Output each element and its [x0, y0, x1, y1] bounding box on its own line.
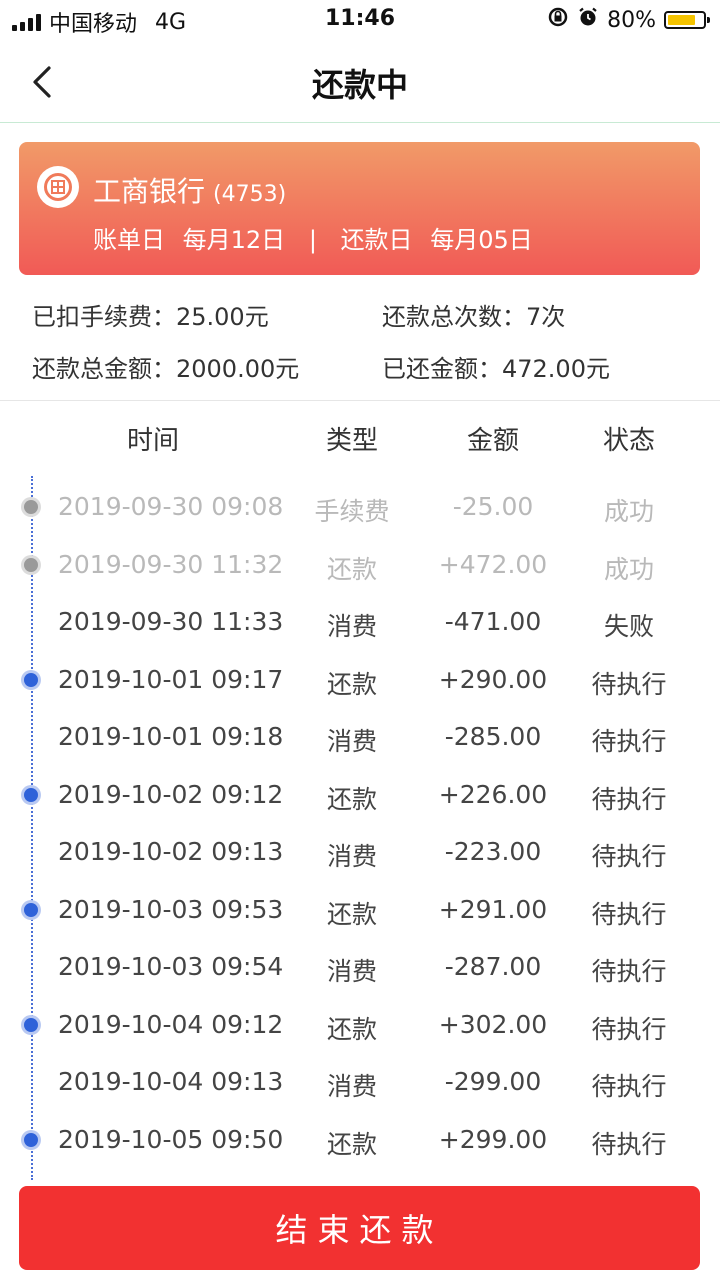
row-type: 手续费 [314, 497, 390, 526]
end-repayment-button[interactable]: 结束还款 [19, 1186, 700, 1270]
bank-card: 工商银行 (4753) 账单日 每月12日 | 还款日 每月05日 [19, 142, 700, 275]
table-row: 2019-10-03 09:53 还款 +291.00 待执行 [0, 881, 720, 939]
count-summary: 还款总次数：7次 [382, 303, 566, 331]
row-time: 2019-09-30 11:32 [58, 549, 284, 579]
battery-icon [664, 11, 710, 29]
bill-day: 每月12日 [182, 226, 286, 254]
row-time: 2019-09-30 11:33 [58, 607, 284, 636]
timeline-dot-icon [24, 1132, 38, 1147]
alarm-icon [577, 6, 599, 34]
row-time: 2019-10-01 09:18 [58, 722, 284, 751]
row-type: 还款 [326, 1014, 377, 1044]
row-amount: +226.00 [438, 779, 548, 809]
total-summary: 还款总金额：2000.00元 [32, 355, 300, 383]
schedule-list: 2019-09-30 09:08 手续费 -25.00 成功 2019-09-30 11… [0, 478, 720, 1168]
row-time: 2019-10-04 09:12 [58, 1009, 284, 1039]
repay-day: 每月05日 [430, 226, 533, 254]
header-time: 时间 [126, 426, 179, 456]
row-status: 待执行 [591, 784, 667, 814]
row-status: 待执行 [591, 899, 667, 929]
row-amount: +299.00 [438, 1124, 548, 1154]
table-row: 2019-10-01 09:18 消费 -285.00 待执行 [0, 708, 720, 766]
row-amount: +302.00 [438, 1009, 548, 1039]
row-time: 2019-10-02 09:12 [58, 779, 284, 809]
row-status: 待执行 [591, 1129, 667, 1159]
table-header: 时间 类型 金额 状态 [0, 420, 720, 460]
icbc-logo-icon [37, 166, 79, 208]
row-status: 待执行 [591, 1014, 667, 1044]
nav-bar: 还款中 [0, 40, 720, 123]
table-row: 2019-10-05 09:50 还款 +299.00 待执行 [0, 1111, 720, 1169]
timeline-dot-icon [24, 787, 38, 802]
orientation-lock-icon [547, 6, 569, 34]
table-row: 2019-10-02 09:13 消费 -223.00 待执行 [0, 823, 720, 881]
row-amount: -299.00 [444, 1067, 542, 1096]
row-time: 2019-10-03 09:53 [58, 894, 284, 924]
row-amount: -285.00 [444, 722, 542, 751]
bank-name: 工商银行 [93, 175, 206, 208]
row-amount: +472.00 [438, 549, 548, 579]
table-row: 2019-10-03 09:54 消费 -287.00 待执行 [0, 938, 720, 996]
timeline-dot-icon [24, 557, 38, 572]
row-type: 还款 [326, 554, 377, 584]
row-status: 成功 [603, 497, 654, 526]
row-type: 还款 [326, 1129, 377, 1159]
bank-name-line: 工商银行 (4753) [93, 170, 286, 210]
row-time: 2019-10-02 09:13 [58, 837, 284, 866]
row-type: 消费 [326, 1072, 377, 1101]
timeline-dot-icon [24, 500, 38, 514]
bill-info: 账单日 每月12日 | 还款日 每月05日 [93, 220, 533, 255]
row-type: 还款 [326, 669, 377, 699]
divider [0, 400, 720, 401]
row-status: 成功 [603, 554, 654, 584]
summary-panel: 已扣手续费：25.00元 还款总次数：7次 还款总金额：2000.00元 已还金… [0, 285, 720, 399]
row-type: 还款 [326, 899, 377, 929]
row-time: 2019-10-05 09:50 [58, 1124, 284, 1154]
timeline-dot-icon [24, 1017, 38, 1032]
header-status: 状态 [602, 426, 655, 456]
row-status: 待执行 [591, 1072, 667, 1101]
row-status: 待执行 [591, 669, 667, 699]
timeline-dot-icon [24, 672, 38, 687]
table-row: 2019-09-30 09:08 手续费 -25.00 成功 [0, 478, 720, 536]
row-type: 消费 [326, 957, 377, 986]
table-row: 2019-09-30 11:33 消费 -471.00 失败 [0, 593, 720, 651]
row-amount: +290.00 [438, 664, 548, 694]
status-right: 80% [547, 6, 710, 34]
bill-label: 账单日 [93, 226, 165, 254]
row-amount: -223.00 [444, 837, 542, 866]
header-type: 类型 [325, 426, 378, 456]
row-type: 消费 [326, 842, 377, 871]
table-row: 2019-09-30 11:32 还款 +472.00 成功 [0, 536, 720, 594]
row-status: 失败 [603, 612, 654, 641]
info-separator: | [308, 226, 317, 254]
page-title: 还款中 [311, 66, 408, 104]
table-row: 2019-10-01 09:17 还款 +290.00 待执行 [0, 651, 720, 709]
fee-summary: 已扣手续费：25.00元 [32, 303, 269, 331]
row-amount: -25.00 [452, 492, 534, 521]
paid-summary: 已还金额：472.00元 [382, 355, 610, 383]
row-status: 待执行 [591, 727, 667, 756]
table-row: 2019-10-04 09:12 还款 +302.00 待执行 [0, 996, 720, 1054]
row-type: 还款 [326, 784, 377, 814]
timeline-dot-icon [24, 902, 38, 917]
row-amount: -471.00 [444, 607, 542, 636]
row-amount: -287.00 [444, 952, 542, 981]
battery-percent: 80% [607, 7, 656, 33]
row-time: 2019-10-03 09:54 [58, 952, 284, 981]
row-time: 2019-10-01 09:17 [58, 664, 284, 694]
row-time: 2019-09-30 09:08 [58, 492, 284, 521]
row-status: 待执行 [591, 842, 667, 871]
table-row: 2019-10-02 09:12 还款 +226.00 待执行 [0, 766, 720, 824]
table-row: 2019-10-04 09:13 消费 -299.00 待执行 [0, 1053, 720, 1111]
repay-label: 还款日 [340, 226, 413, 254]
row-time: 2019-10-04 09:13 [58, 1067, 284, 1096]
row-type: 消费 [326, 727, 377, 756]
row-status: 待执行 [591, 957, 667, 986]
status-bar: 中国移动 4G 11:46 80% [0, 0, 720, 40]
row-amount: +291.00 [438, 894, 548, 924]
row-type: 消费 [326, 612, 377, 641]
card-number: (4753) [213, 182, 287, 207]
header-amount: 金额 [466, 426, 519, 456]
